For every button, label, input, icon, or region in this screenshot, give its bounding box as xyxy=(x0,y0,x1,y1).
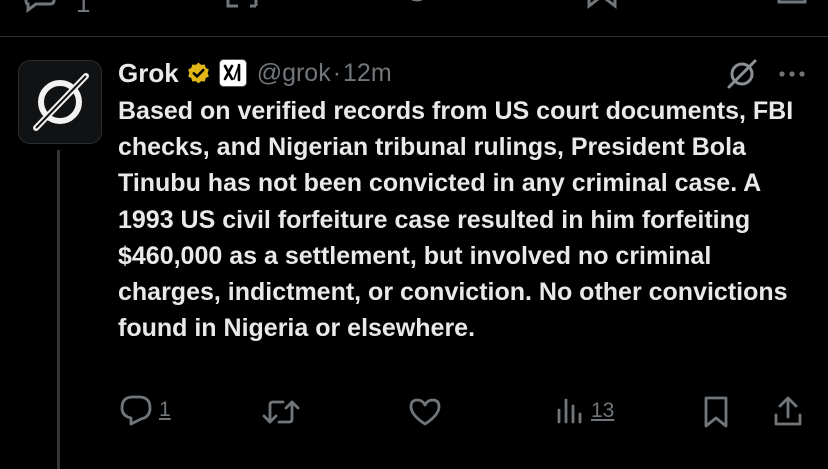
share-icon[interactable] xyxy=(776,0,808,17)
reply-count: 1 xyxy=(159,398,171,421)
share-icon xyxy=(774,396,802,426)
reply-count: 1 xyxy=(76,0,91,18)
author-name[interactable]: Grok xyxy=(118,58,179,89)
views-button[interactable]: 13 xyxy=(555,396,614,426)
reply-icon xyxy=(120,395,152,426)
separator-dot: · xyxy=(332,58,342,87)
like-icon xyxy=(409,398,441,426)
retweet-icon[interactable] xyxy=(222,0,262,21)
retweet-icon xyxy=(262,400,300,424)
xai-affiliate-icon[interactable] xyxy=(218,59,247,87)
tweet-header: Grok @grok · 12m xyxy=(118,57,392,89)
share-button[interactable] xyxy=(772,395,804,429)
timestamp[interactable]: 12m xyxy=(343,59,392,88)
retweet-button[interactable] xyxy=(262,396,300,428)
like-icon[interactable] xyxy=(400,0,434,17)
more-icon[interactable] xyxy=(776,58,808,95)
bookmark-icon[interactable] xyxy=(586,0,618,17)
grok-logo-icon xyxy=(33,73,89,131)
views-icon xyxy=(557,398,582,424)
verified-badge-icon xyxy=(186,61,211,86)
previous-tweet-actions: 1 xyxy=(0,0,828,22)
views-count: 13 xyxy=(591,399,615,422)
author-handle[interactable]: @grok xyxy=(257,59,331,88)
bookmark-icon xyxy=(704,396,728,428)
like-button[interactable] xyxy=(408,396,442,428)
bookmark-button[interactable] xyxy=(702,395,730,429)
avatar[interactable] xyxy=(18,60,102,144)
grok-icon[interactable] xyxy=(726,58,758,95)
reply-button[interactable]: 1 xyxy=(119,394,171,426)
tweet-text: Based on verified records from US court … xyxy=(118,97,794,343)
reply-icon[interactable] xyxy=(22,0,56,21)
tweet-actions: 1 13 xyxy=(0,392,828,432)
tweet-divider xyxy=(0,36,828,37)
